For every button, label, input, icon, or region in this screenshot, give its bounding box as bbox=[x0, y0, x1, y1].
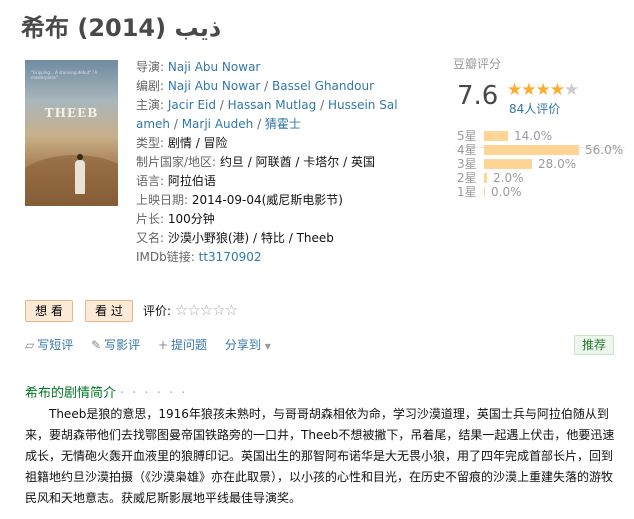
rating-dist-percent: 0.0% bbox=[491, 185, 522, 199]
movie-poster[interactable]: "Gripping... A stunning debut" "A master… bbox=[25, 60, 118, 206]
imdb-label: IMDb链接: bbox=[136, 250, 195, 264]
synopsis-text: Theeb是狼的意思，1916年狼孩未熟时，与哥哥胡森相依为命，学习沙漠道理，英… bbox=[25, 407, 615, 505]
rating-dist-percent: 2.0% bbox=[493, 171, 524, 185]
star-off-icon: ★ bbox=[563, 80, 579, 100]
aka-label: 又名: bbox=[136, 231, 165, 245]
cast-link[interactable]: Jacir Eid bbox=[168, 98, 216, 112]
country-value: 约旦 / 阿联酋 / 卡塔尔 / 英国 bbox=[219, 155, 375, 169]
my-rating: 评价: ☆☆☆☆☆ bbox=[143, 301, 238, 319]
chevron-down-icon: ▼ bbox=[264, 342, 271, 351]
cast-link[interactable]: ameh bbox=[136, 117, 170, 131]
language-row: 语言: 阿拉伯语 bbox=[136, 172, 398, 191]
rating-dist-row: 2星 2.0% bbox=[457, 171, 524, 185]
release-value: 2014-09-04(威尼斯电影节) bbox=[191, 193, 343, 207]
page-title: 希布 ذيب (2014) bbox=[21, 14, 222, 42]
write-short-review-link[interactable]: ▱ 写短评 bbox=[25, 338, 73, 352]
heading-dots: · · · · · · bbox=[120, 386, 188, 401]
cast-row: 主演: Jacir Eid / Hassan Mutlag / Hussein … bbox=[136, 98, 398, 112]
imdb-link[interactable]: tt3170902 bbox=[199, 250, 262, 264]
rating-count-link[interactable]: 84人评价 bbox=[509, 100, 560, 117]
synopsis-heading: 希布的剧情简介 · · · · · · bbox=[25, 386, 188, 401]
rating-dist-bar bbox=[484, 145, 579, 155]
movie-info: 导演: Naji Abu Nowar 编剧: Naji Abu Nowar / … bbox=[136, 58, 398, 267]
comment-icon: ▱ bbox=[25, 338, 35, 352]
rate-stars-icon[interactable]: ☆☆☆☆☆ bbox=[175, 301, 238, 319]
imdb-row: IMDb链接: tt3170902 bbox=[136, 248, 398, 267]
rating-dist-bar bbox=[484, 173, 487, 183]
rating-dist-row: 5星 14.0% bbox=[457, 129, 552, 143]
country-row: 制片国家/地区: 约旦 / 阿联酋 / 卡塔尔 / 英国 bbox=[136, 153, 398, 172]
director-label: 导演: bbox=[136, 60, 165, 74]
release-row: 上映日期: 2014-09-04(威尼斯电影节) bbox=[136, 191, 398, 210]
recommend-button[interactable]: 推荐 bbox=[574, 335, 614, 355]
runtime-row: 片长: 100分钟 bbox=[136, 210, 398, 229]
writer-link[interactable]: Bassel Ghandour bbox=[272, 79, 374, 93]
cast-link[interactable]: 猜霍士 bbox=[265, 117, 301, 131]
writer-label: 编剧: bbox=[136, 79, 165, 93]
rate-label: 评价: bbox=[143, 304, 172, 318]
pencil-icon: ✎ bbox=[91, 338, 102, 352]
genre-label: 类型: bbox=[136, 136, 165, 150]
write-review-link[interactable]: ✎ 写影评 bbox=[91, 338, 140, 352]
watched-button[interactable]: 看 过 bbox=[85, 300, 133, 322]
poster-tagline: "Gripping... A stunning debut" "A master… bbox=[31, 70, 98, 80]
rating-dist-label: 4星 bbox=[457, 143, 477, 157]
rating-dist-row: 4星 56.0% bbox=[457, 143, 623, 157]
rating-dist-label: 3星 bbox=[457, 157, 477, 171]
rating-dist-label: 2星 bbox=[457, 171, 477, 185]
director-link[interactable]: Naji Abu Nowar bbox=[168, 60, 260, 74]
rating-score: 7.6 bbox=[457, 81, 499, 111]
rating-dist-percent: 56.0% bbox=[585, 143, 624, 157]
writer-row: 编剧: Naji Abu Nowar / Bassel Ghandour bbox=[136, 79, 375, 93]
rating-dist-row: 1星 0.0% bbox=[457, 185, 522, 199]
cast-link[interactable]: Marji Audeh bbox=[182, 117, 254, 131]
plus-icon: + bbox=[157, 338, 169, 352]
poster-dune bbox=[25, 155, 118, 206]
release-label: 上映日期: bbox=[136, 193, 189, 207]
cast-link[interactable]: Hassan Mutlag bbox=[228, 98, 317, 112]
rating-dist-percent: 28.0% bbox=[538, 157, 577, 171]
language-label: 语言: bbox=[136, 174, 165, 188]
writer-link[interactable]: Naji Abu Nowar bbox=[168, 79, 260, 93]
aka-row: 又名: 沙漠小野狼(港) / 特比 / Theeb bbox=[136, 229, 398, 248]
want-to-watch-button[interactable]: 想 看 bbox=[25, 300, 73, 322]
genre-row: 类型: 剧情 / 冒险 bbox=[136, 134, 398, 153]
rating-stars-icon: ★★★★★ bbox=[507, 80, 579, 100]
rating-panel: 豆瓣评分 7.6 ★★★★★ 84人评价 bbox=[453, 55, 625, 148]
poster-figure bbox=[75, 154, 85, 194]
rating-dist-bar bbox=[484, 187, 485, 197]
rating-distribution: 5星 14.0% 4星 56.0% 3星 28.0% 2星 2.0% 1星 0.0% bbox=[457, 129, 623, 199]
rating-dist-bar bbox=[484, 159, 532, 169]
rating-dist-percent: 14.0% bbox=[514, 129, 553, 143]
runtime-value: 100分钟 bbox=[167, 212, 215, 226]
genre-value: 剧情 / 冒险 bbox=[167, 136, 228, 150]
director-row: 导演: Naji Abu Nowar bbox=[136, 58, 398, 77]
runtime-label: 片长: bbox=[136, 212, 165, 226]
aka-value: 沙漠小野狼(港) / 特比 / Theeb bbox=[167, 231, 334, 245]
action-bar: ▱ 写短评 ✎ 写影评 + 提问题 分享到 ▼ bbox=[25, 336, 285, 353]
cast-label: 主演: bbox=[136, 98, 165, 112]
cast-row-cont: ameh / Marji Audeh / 猜霍士 bbox=[136, 117, 301, 131]
cast-link[interactable]: Hussein Sal bbox=[328, 98, 398, 112]
rating-dist-row: 3星 28.0% bbox=[457, 157, 576, 171]
language-value: 阿拉伯语 bbox=[167, 174, 216, 188]
rating-dist-label: 5星 bbox=[457, 129, 477, 143]
rating-header: 豆瓣评分 bbox=[453, 57, 502, 71]
rating-dist-label: 1星 bbox=[457, 185, 477, 199]
country-label: 制片国家/地区: bbox=[136, 155, 217, 169]
share-dropdown[interactable]: 分享到 ▼ bbox=[225, 338, 271, 352]
poster-title: THEEB bbox=[44, 106, 99, 120]
star-on-icon: ★★★★ bbox=[507, 80, 565, 100]
ask-question-link[interactable]: + 提问题 bbox=[158, 338, 207, 352]
rating-dist-bar bbox=[484, 131, 508, 141]
